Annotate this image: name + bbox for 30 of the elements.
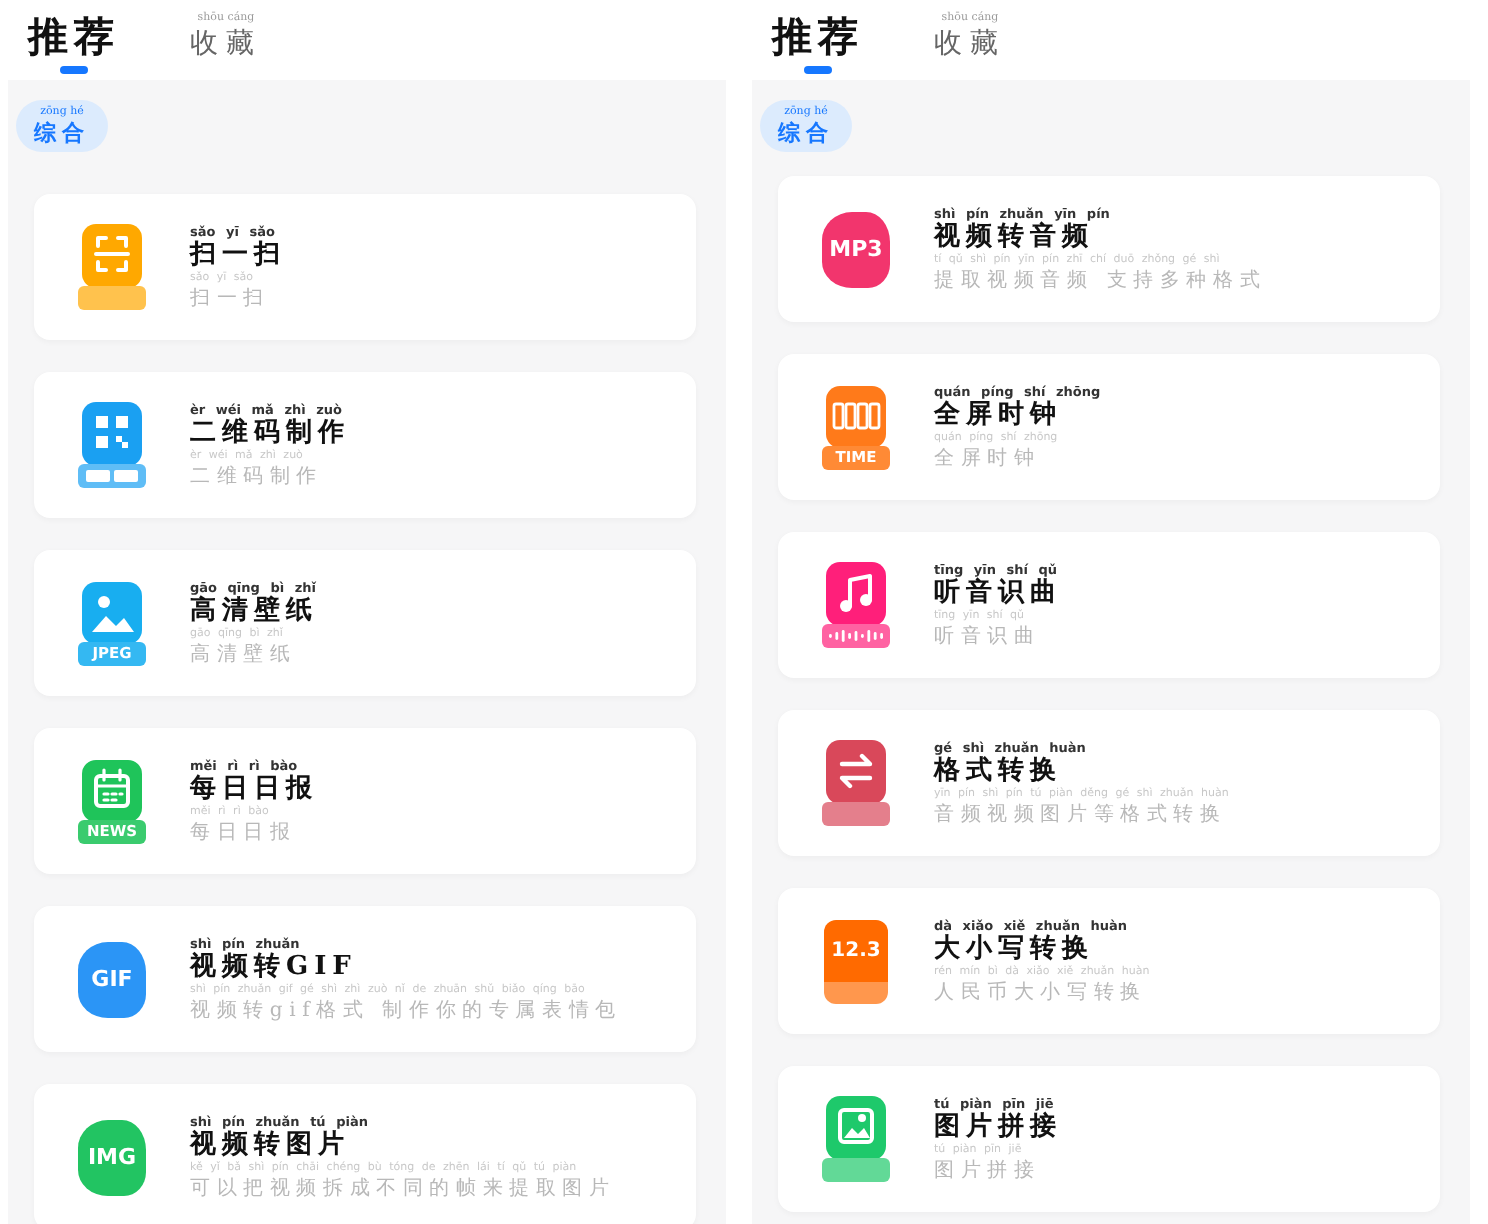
tool-title: 听音识曲 (934, 577, 1062, 609)
tool-description: 可以把视频拆成不同的帧来提取图片 (190, 1175, 616, 1201)
tool-title: 视频转图片 (190, 1129, 350, 1161)
tool-title: 高清壁纸 (190, 595, 318, 627)
tab[interactable]: 推荐 (28, 12, 120, 74)
file-format-tile: IMG (78, 1119, 146, 1195)
tool-description: 二维码制作 (190, 463, 323, 489)
tool-description: 每日日报 (190, 819, 297, 845)
tool-description: 视频转gif格式 制作你的专属表情包 (190, 997, 622, 1023)
tool-description: 听音识曲 (934, 623, 1041, 649)
tool-description: 音频视频图片等格式转换 (934, 801, 1227, 827)
tool-description: 提取视频音频 支持多种格式 (934, 267, 1267, 293)
tool-description: 人民币大小写转换 (934, 979, 1147, 1005)
tool-title: 大小写转换 (934, 933, 1094, 965)
tool-description: 扫一扫 (190, 285, 270, 311)
tool-title: 扫一扫 (190, 239, 286, 271)
tool-title: 视频转音频 (934, 221, 1094, 253)
tool-description: 全屏时钟 (934, 445, 1041, 471)
tool-title: 每日日报 (190, 773, 318, 805)
tool-title: 图片拼接 (934, 1111, 1062, 1143)
tool-title: 格式转换 (934, 755, 1062, 787)
number-tile: 12.3 (824, 919, 888, 1003)
tool-title: 二维码制作 (190, 417, 350, 449)
file-format-tile: MP3 (822, 211, 890, 287)
tool-title: 视频转GIF (190, 951, 357, 983)
tool-description: 高清壁纸 (190, 641, 297, 667)
file-format-tile: GIF (78, 941, 146, 1017)
tab[interactable]: 推荐 (772, 12, 864, 74)
tool-description: 图片拼接 (934, 1157, 1041, 1183)
tool-title: 全屏时钟 (934, 399, 1062, 431)
